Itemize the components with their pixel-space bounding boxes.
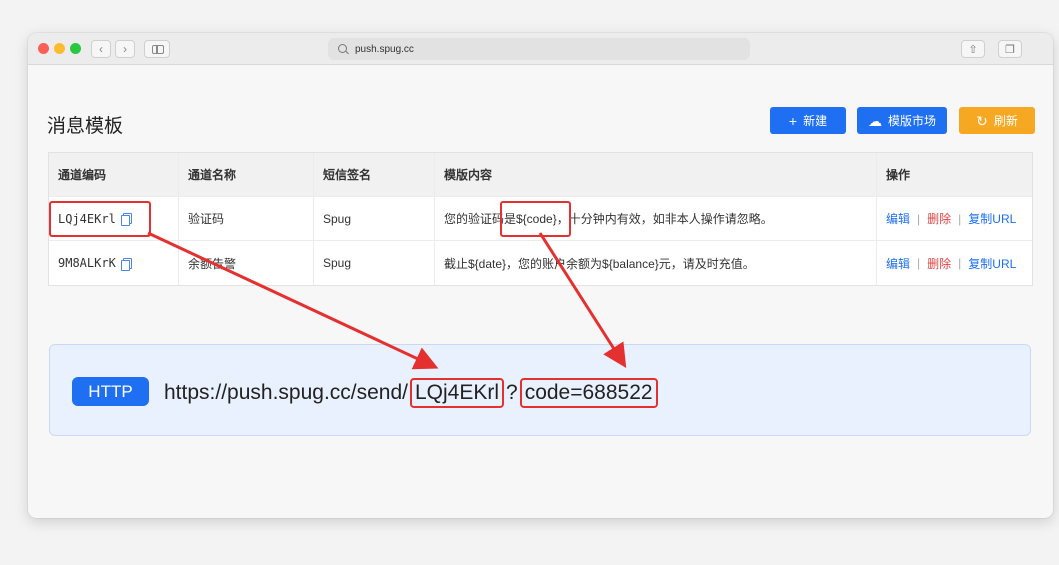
chevron-right-icon: › (123, 42, 127, 56)
new-button-label: 新建 (803, 114, 828, 128)
template-content: 截止${date}，您的账户余额为${balance}元，请及时充值。 (435, 241, 877, 285)
search-icon (338, 43, 349, 55)
divider: | (958, 211, 962, 226)
actions-cell: 编辑 | 删除 | 复制URL (877, 241, 1032, 285)
copy-url-link[interactable]: 复制URL (968, 210, 1016, 227)
table-row: 9M8ALKrK 余额告警 Spug 截止${date}，您的账户余额为${ba… (49, 241, 1032, 285)
actions-cell: 编辑 | 删除 | 复制URL (877, 197, 1032, 240)
divider: | (917, 256, 921, 270)
tabs-icon: ❐ (1005, 43, 1015, 56)
header-channel-code: 通道编码 (49, 153, 179, 196)
http-base-url: https://push.spug.cc/send/ (164, 381, 408, 404)
channel-code: 9M8ALKrK (58, 256, 116, 270)
share-button[interactable]: ⇧ (961, 40, 985, 58)
refresh-icon: ↻ (976, 112, 988, 129)
delete-link[interactable]: 删除 (927, 255, 951, 272)
sidebar-toggle-button[interactable] (144, 40, 170, 58)
chevron-left-icon: ‹ (99, 42, 103, 56)
browser-titlebar: ‹ › push.spug.cc ⇧ ❐ (28, 33, 1053, 65)
http-query-part: code=688522 (519, 378, 658, 408)
close-window-button[interactable] (38, 43, 49, 54)
table-header-row: 通道编码 通道名称 短信签名 模版内容 操作 (49, 153, 1032, 197)
template-market-button[interactable]: ☁ 模版市场 (857, 107, 947, 134)
http-example-panel: HTTP https://push.spug.cc/send/ LQj4EKrl… (49, 344, 1031, 436)
http-separator: ? (506, 381, 518, 404)
channel-code-cell: 9M8ALKrK (49, 241, 179, 285)
refresh-button[interactable]: ↻ 刷新 (959, 107, 1035, 134)
channel-name: 验证码 (179, 197, 314, 240)
header-template-content: 模版内容 (435, 153, 877, 196)
refresh-label: 刷新 (993, 114, 1018, 128)
sidebar-icon (152, 45, 164, 54)
channel-name: 余额告警 (179, 241, 314, 285)
template-market-label: 模版市场 (887, 114, 936, 128)
address-bar[interactable]: push.spug.cc (328, 38, 750, 60)
minimize-window-button[interactable] (54, 43, 65, 54)
browser-window: ‹ › push.spug.cc ⇧ ❐ 消息模板 + 新建 ☁ 模版市场 ↻ … (28, 33, 1053, 518)
header-channel-name: 通道名称 (179, 153, 314, 196)
divider: | (917, 211, 921, 226)
sms-sign: Spug (314, 197, 435, 240)
page-title: 消息模板 (47, 116, 124, 137)
edit-link[interactable]: 编辑 (886, 255, 910, 272)
delete-link[interactable]: 删除 (927, 210, 951, 227)
back-button[interactable]: ‹ (91, 40, 111, 58)
history-nav: ‹ › (91, 40, 135, 58)
divider: | (958, 256, 962, 270)
new-button[interactable]: + 新建 (770, 107, 846, 134)
http-badge: HTTP (72, 377, 149, 406)
header-actions: 操作 (886, 168, 911, 182)
http-url: https://push.spug.cc/send/ LQj4EKrl ? co… (164, 378, 660, 408)
header-sms-sign: 短信签名 (314, 153, 435, 196)
cloud-upload-icon: ☁ (867, 112, 882, 129)
url-text: push.spug.cc (355, 43, 414, 55)
copy-icon[interactable] (120, 257, 132, 271)
http-code-part: LQj4EKrl (409, 378, 505, 408)
forward-button[interactable]: › (115, 40, 135, 58)
maximize-window-button[interactable] (70, 43, 81, 54)
share-icon: ⇧ (968, 43, 978, 56)
edit-link[interactable]: 编辑 (886, 210, 910, 227)
variable-highlight-box (500, 201, 571, 237)
copy-url-link[interactable]: 复制URL (968, 255, 1016, 272)
sms-sign: Spug (314, 241, 435, 285)
plus-icon: + (788, 112, 798, 129)
tabs-button[interactable]: ❐ (998, 40, 1022, 58)
code-highlight-box (49, 201, 151, 237)
